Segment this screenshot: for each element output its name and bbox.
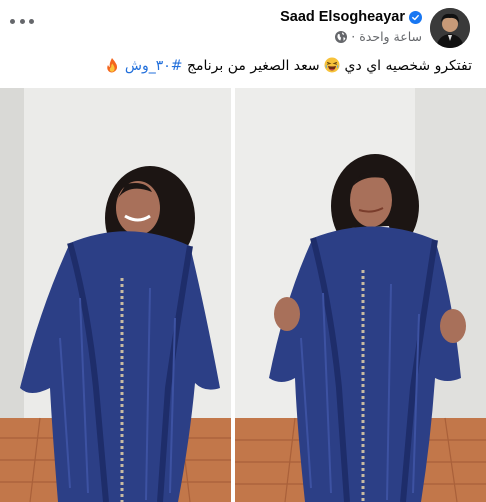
dot	[10, 18, 15, 24]
post-photo-2[interactable]	[235, 88, 486, 502]
fire-emoji-icon	[104, 57, 120, 73]
post-caption: تفتكرو شخصيه اي دي سعد الصغير من برنامج …	[12, 56, 472, 76]
photo-grid	[0, 88, 486, 502]
avatar[interactable]	[430, 8, 470, 48]
caption-text: تفتكرو شخصيه اي دي	[344, 58, 472, 74]
post-photo-1[interactable]	[0, 88, 231, 502]
hashtag-link[interactable]: #٣٠_وش	[125, 58, 183, 74]
verified-badge-icon	[409, 10, 422, 24]
post-time[interactable]: ساعة واحدة	[359, 29, 422, 44]
dot	[29, 18, 34, 24]
post-header: Saad Elsogheayar ساعة واحدة ·	[280, 9, 422, 44]
more-options-icon[interactable]	[10, 14, 34, 28]
author-name[interactable]: Saad Elsogheayar	[280, 9, 405, 25]
globe-icon[interactable]	[335, 30, 348, 43]
laughing-emoji-icon	[324, 57, 340, 73]
facebook-post: Saad Elsogheayar ساعة واحدة · تفتكرو شخص…	[0, 0, 486, 502]
meta-separator: ·	[351, 29, 356, 44]
caption-mid: سعد الصغير من برنامج	[186, 58, 320, 74]
dot	[19, 18, 25, 24]
